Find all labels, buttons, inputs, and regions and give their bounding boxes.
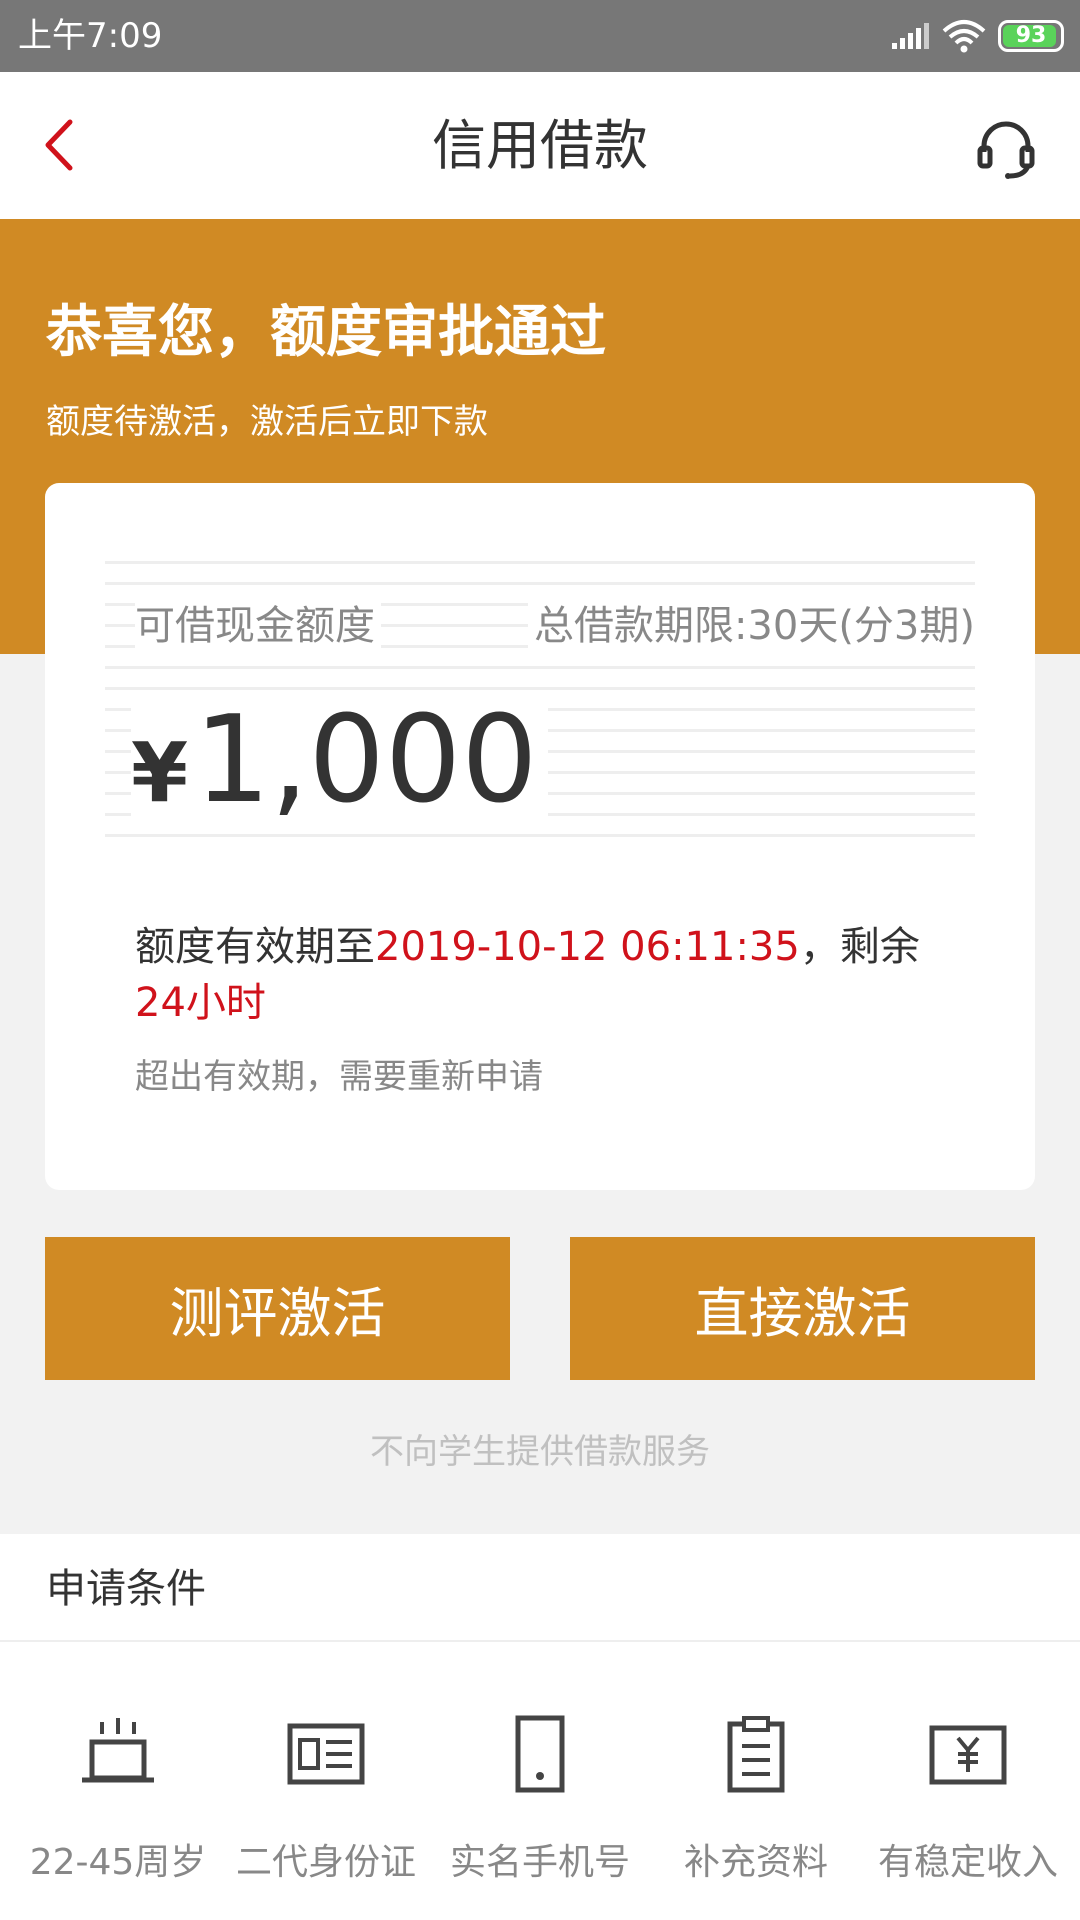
condition-materials: 补充资料 [648, 1714, 864, 1904]
condition-label: 补充资料 [683, 1842, 828, 1883]
direct-activate-button[interactable]: 直接激活 [570, 1237, 1035, 1380]
validity-date: 2019-10-12 06:11:35 [375, 924, 800, 970]
condition-label: 二代身份证 [235, 1842, 416, 1883]
status-time: 上午7:09 [18, 16, 163, 56]
condition-id-card: 二代身份证 [218, 1714, 434, 1904]
divider [0, 1640, 1080, 1642]
clipboard-icon [727, 1716, 785, 1793]
condition-age: 22-45周岁 [10, 1714, 226, 1904]
validity-text: 额度有效期至2019-10-12 06:11:35，剩余 24小时 [135, 919, 955, 1031]
validity-remaining: 24小时 [135, 980, 266, 1026]
status-icons: 93 [890, 16, 1064, 56]
approval-subtitle: 额度待激活，激活后立即下款 [46, 402, 488, 442]
condition-label: 有稳定收入 [877, 1842, 1058, 1883]
validity-prefix: 额度有效期至 [135, 924, 375, 970]
validity-mid: ，剩余 [799, 924, 920, 970]
conditions-section: 申请条件 22-45周岁 二代身份证 实名手机号 补充资料 有稳定收入 [0, 1534, 1080, 1920]
evaluate-activate-button[interactable]: 测评激活 [45, 1237, 510, 1380]
phone-icon [515, 1715, 565, 1793]
cake-icon [82, 1718, 154, 1783]
loan-term-label: 总借款期限:30天(分3期) [527, 601, 975, 651]
currency-symbol: ¥ [131, 726, 189, 821]
quota-label: 可借现金额度 [135, 601, 381, 651]
id-card-icon [287, 1723, 365, 1785]
conditions-title: 申请条件 [46, 1566, 206, 1612]
signal-icon [892, 23, 929, 49]
wifi-icon [942, 20, 986, 53]
income-icon [929, 1725, 1007, 1785]
quota-amount: ¥ 1,000 [131, 701, 548, 821]
expire-note: 超出有效期，需要重新申请 [135, 1057, 543, 1097]
condition-label: 实名手机号 [449, 1842, 630, 1883]
amount-value: 1,000 [194, 691, 538, 830]
condition-label: 22-45周岁 [29, 1842, 207, 1883]
condition-income: 有稳定收入 [860, 1714, 1076, 1904]
quota-card: 可借现金额度 总借款期限:30天(分3期) ¥ 1,000 额度有效期至2019… [45, 483, 1035, 1190]
nav-bar: 信用借款 [0, 72, 1080, 219]
page-title: 信用借款 [432, 114, 648, 177]
condition-phone: 实名手机号 [432, 1714, 648, 1904]
headset-icon[interactable] [974, 116, 1038, 180]
student-notice: 不向学生提供借款服务 [370, 1432, 710, 1472]
battery-icon: 93 [998, 20, 1064, 52]
approval-title: 恭喜您，额度审批通过 [46, 300, 606, 365]
status-bar: 上午7:09 93 [0, 0, 1080, 72]
battery-level: 93 [1015, 23, 1047, 48]
